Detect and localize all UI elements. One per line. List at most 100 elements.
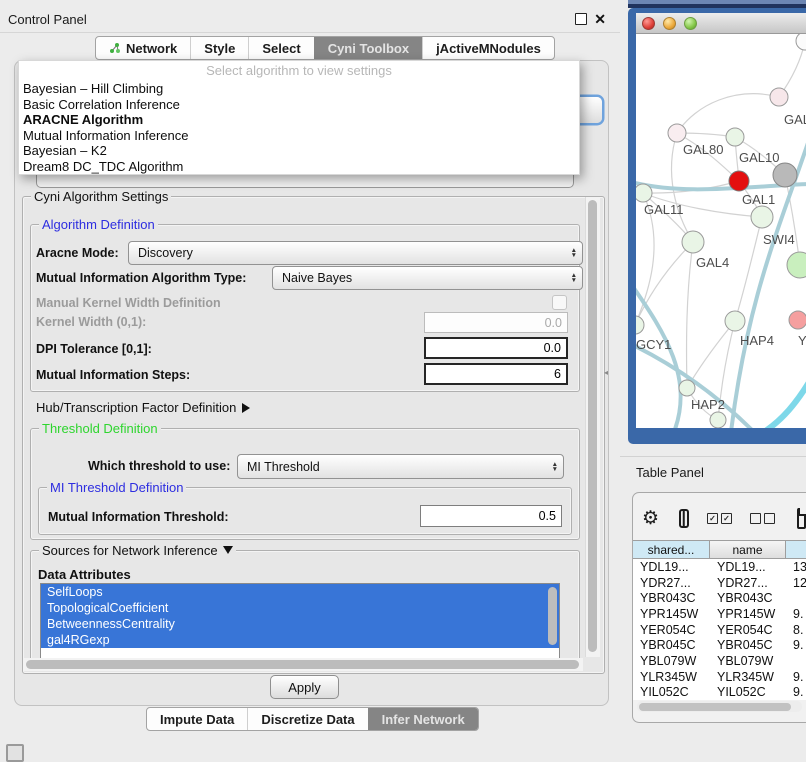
attribute-item-topologicalcoefficient[interactable]: TopologicalCoefficient [41, 600, 559, 616]
mi-threshold-field[interactable] [420, 505, 562, 527]
deselect-all-icon[interactable] [750, 513, 775, 524]
tab-select[interactable]: Select [248, 37, 313, 59]
close-traffic-light-icon[interactable] [642, 17, 655, 30]
table-row[interactable]: YDL19...YDL19...13 [633, 559, 806, 575]
mi-threshold-label: Mutual Information Threshold: [48, 510, 229, 524]
algorithm-option-bayesian-k2[interactable]: Bayesian – K2 [19, 143, 579, 159]
tab-label: Select [262, 41, 300, 56]
tab-label: Discretize Data [261, 712, 354, 727]
table-row[interactable]: YBL079WYBL079W [633, 653, 806, 669]
node-label-gal4: GAL4 [696, 255, 729, 270]
tab-style[interactable]: Style [190, 37, 248, 59]
table-horizontal-scrollbar[interactable] [637, 701, 802, 712]
tab-infer-network[interactable]: Infer Network [368, 708, 478, 730]
zoom-traffic-light-icon[interactable] [684, 17, 697, 30]
attribute-item-gal4rgexp[interactable]: gal4RGexp [41, 632, 559, 648]
control-panel-titlebar: Control Panel ✕ [0, 6, 620, 33]
table-row[interactable]: YER054CYER054C8. [633, 622, 806, 638]
settings-vertical-scrollbar[interactable] [585, 197, 600, 657]
float-window-icon[interactable] [575, 13, 587, 25]
algorithm-option-dream8-dc-tdc-algorithm[interactable]: Dream8 DC_TDC Algorithm [19, 159, 579, 175]
collapse-arrow-icon [223, 546, 233, 554]
table-cell [786, 653, 806, 669]
table-cell: YDR27... [633, 575, 710, 591]
aracne-mode-select[interactable]: Discovery ▲▼ [128, 241, 583, 265]
mi-threshold-group-title: MI Threshold Definition [47, 480, 186, 495]
which-threshold-select[interactable]: MI Threshold ▲▼ [237, 454, 564, 479]
tab-jactivemnodules[interactable]: jActiveMNodules [422, 37, 554, 59]
network-node-gcy1[interactable] [636, 316, 644, 334]
network-node-gal11[interactable] [636, 184, 652, 202]
table-toolbar: ⚙ ✓✓ [640, 505, 806, 531]
settings-horizontal-scrollbar[interactable] [24, 658, 583, 671]
tab-network[interactable]: Network [96, 37, 190, 59]
table-cell: YBR043C [633, 590, 710, 606]
network-node-hap2[interactable] [679, 380, 695, 396]
column-header-3[interactable]: A [786, 541, 806, 558]
gear-icon[interactable]: ⚙ [642, 507, 659, 530]
column-header-1[interactable]: shared... [633, 541, 710, 558]
kernel-width-field[interactable] [424, 312, 568, 333]
node-label-gal80: GAL80 [683, 142, 723, 157]
apply-button[interactable]: Apply [270, 675, 339, 699]
attribute-item-betweennesscentrality[interactable]: BetweennessCentrality [41, 616, 559, 632]
control-panel-bottom-tab-bar: Impute Data Discretize Data Infer Network [146, 707, 479, 731]
network-canvas[interactable]: GALGAL80GAL10GAL1GAL11SWI4GAL4HAP4YGCY1H… [636, 34, 806, 428]
table-cell: 9. [786, 637, 806, 653]
network-window-titlebar[interactable] [636, 13, 806, 34]
table-panel-title: Table Panel [636, 465, 704, 480]
panel-splitter-handle[interactable]: ◂ [604, 368, 612, 378]
network-node[interactable] [710, 412, 726, 428]
algorithm-option-aracne-algorithm[interactable]: ARACNE Algorithm [19, 112, 579, 128]
control-panel-title: Control Panel [0, 12, 87, 27]
algorithm-option-basic-correlation-inference[interactable]: Basic Correlation Inference [19, 97, 579, 113]
node-label-gal1: GAL1 [742, 192, 775, 207]
network-node-gal4[interactable] [682, 231, 704, 253]
table-row[interactable]: YIL052CYIL052C9. [633, 685, 806, 701]
mi-steps-field[interactable] [424, 363, 568, 385]
network-node-gal[interactable] [770, 88, 788, 106]
tab-discretize-data[interactable]: Discretize Data [247, 708, 367, 730]
hub-definition-expander[interactable]: Hub/Transcription Factor Definition [36, 400, 250, 415]
algorithm-dropdown-prompt: Select algorithm to view settings [19, 61, 579, 81]
tab-cyni-toolbox[interactable]: Cyni Toolbox [314, 37, 422, 59]
sources-group-title[interactable]: Sources for Network Inference [39, 543, 236, 558]
attribute-item-selfloops[interactable]: SelfLoops [41, 584, 559, 600]
node-table: shared...nameA YDL19...YDL19...13YDR27..… [633, 540, 806, 700]
table-row[interactable]: YDR27...YDR27...12 [633, 575, 806, 591]
data-attributes-list[interactable]: SelfLoopsTopologicalCoefficientBetweenne… [40, 583, 560, 660]
columns-icon[interactable] [679, 509, 689, 528]
mi-algorithm-type-select[interactable]: Naive Bayes ▲▼ [272, 266, 583, 290]
close-icon[interactable]: ✕ [594, 14, 606, 24]
manual-kernel-width-label: Manual Kernel Width Definition [36, 296, 221, 310]
network-node-gal10[interactable] [726, 128, 744, 146]
export-table-icon[interactable] [797, 508, 806, 529]
network-node[interactable] [796, 34, 806, 50]
network-node[interactable] [787, 252, 806, 278]
table-row[interactable]: YBR045CYBR045C9. [633, 637, 806, 653]
algorithm-option-mutual-information-inference[interactable]: Mutual Information Inference [19, 128, 579, 144]
table-cell: YBL079W [633, 653, 710, 669]
select-all-icon[interactable]: ✓✓ [707, 513, 732, 524]
tab-impute-data[interactable]: Impute Data [147, 708, 247, 730]
network-node-hap4[interactable] [725, 311, 745, 331]
network-node-gal1[interactable] [729, 171, 749, 191]
minimized-panel-icon[interactable] [6, 744, 24, 762]
network-node-gal80[interactable] [668, 124, 686, 142]
network-node-y[interactable] [789, 311, 806, 329]
algorithm-option-bayesian-hill-climbing[interactable]: Bayesian – Hill Climbing [19, 81, 579, 97]
table-row[interactable]: YPR145WYPR145W9. [633, 606, 806, 622]
network-node[interactable] [773, 163, 797, 187]
table-cell: 9. [786, 685, 806, 701]
node-label-gal10: GAL10 [739, 150, 779, 165]
table-cell: YIL052C [633, 685, 710, 701]
table-cell: 9. [786, 606, 806, 622]
list-scrollbar[interactable] [548, 587, 557, 645]
dpi-tolerance-field[interactable] [424, 337, 568, 359]
column-header-2[interactable]: name [710, 541, 786, 558]
minimize-traffic-light-icon[interactable] [663, 17, 676, 30]
table-row[interactable]: YBR043CYBR043C [633, 590, 806, 606]
network-node-swi4[interactable] [751, 206, 773, 228]
table-row[interactable]: YLR345WYLR345W9. [633, 669, 806, 685]
manual-kernel-width-checkbox[interactable] [552, 295, 567, 310]
